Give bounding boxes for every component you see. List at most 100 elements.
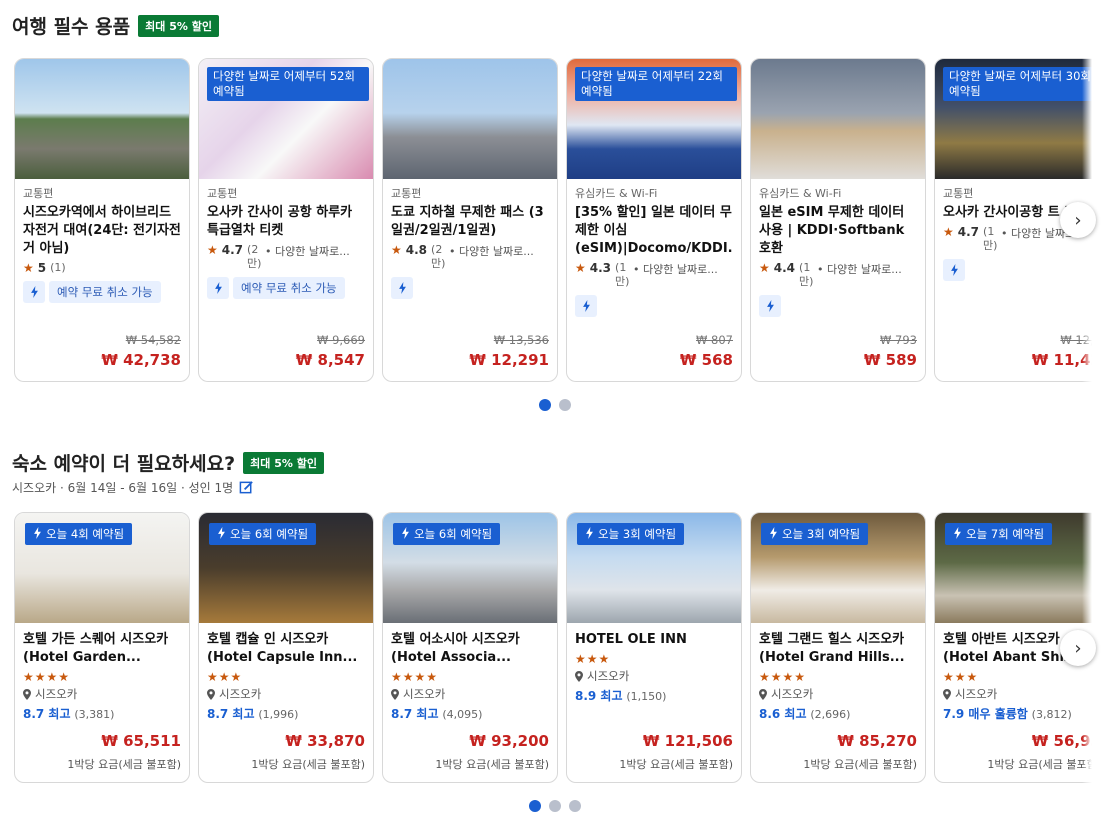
price-note: 1박당 요금(세금 불포함) bbox=[803, 758, 917, 771]
review-count: (2,696) bbox=[810, 708, 851, 721]
hotel-card[interactable]: 오늘 3회 예약됨 HOTEL OLE INN ★★★ 시즈오카 8.9 최고 … bbox=[566, 512, 742, 783]
review-score: 8.7 최고 bbox=[23, 707, 71, 721]
hotel-star-rating: ★★★ bbox=[207, 670, 243, 684]
product-title: 오사카 간사이 공항 하루카 특급열차 티켓 bbox=[207, 205, 353, 238]
hotel-image: 오늘 3회 예약됨 bbox=[567, 513, 741, 623]
rating-value: 4.8 bbox=[405, 243, 428, 257]
chevron-right-icon: › bbox=[1074, 209, 1082, 231]
price-block: ₩ 121,506 1박당 요금(세금 불포함) bbox=[619, 732, 733, 772]
product-card[interactable]: 교통편 시즈오카역에서 하이브리드 자전거 대여(24단: 전기자전거 아님) … bbox=[14, 58, 190, 382]
review-score-row: 8.7 최고 (3,381) bbox=[23, 705, 181, 722]
hotels-carousel: 오늘 4회 예약됨 호텔 가든 스퀘어 시즈오카 (Hotel Garden..… bbox=[14, 512, 1092, 784]
location-row: 시즈오카 bbox=[943, 686, 1092, 702]
product-card[interactable]: 다양한 날짜로 어제부터 22회 예약됨 유심카드 & Wi-Fi [35% 할… bbox=[566, 58, 742, 382]
page-dot-2[interactable] bbox=[559, 399, 571, 411]
availability-note: • 다양한 날짜로... bbox=[265, 245, 350, 258]
sale-price: ₩ 12,291 bbox=[469, 351, 549, 369]
price-block: ₩ 85,270 1박당 요금(세금 불포함) bbox=[803, 732, 917, 772]
sale-price: ₩ 8,547 bbox=[295, 351, 365, 369]
page-dot-1[interactable] bbox=[529, 800, 541, 812]
nightly-price: ₩ 33,870 bbox=[285, 732, 365, 750]
price-block: ₩ 793 ₩ 589 bbox=[864, 333, 917, 369]
hotel-card[interactable]: 오늘 6회 예약됨 호텔 어소시아 시즈오카 (Hotel Associa...… bbox=[382, 512, 558, 783]
location-pin-icon bbox=[575, 670, 583, 682]
lightning-icon bbox=[217, 526, 226, 542]
hotel-card[interactable]: 오늘 6회 예약됨 호텔 캡슐 인 시즈오카 (Hotel Capsule In… bbox=[198, 512, 374, 783]
star-icon: ★ bbox=[391, 243, 402, 257]
product-image: 다양한 날짜로 어제부터 52회 예약됨 bbox=[199, 59, 373, 179]
lightning-icon bbox=[207, 277, 229, 299]
product-category: 유심카드 & Wi-Fi bbox=[759, 187, 842, 200]
tag-row: 예약 무료 취소 가능 bbox=[207, 277, 365, 299]
hotel-image: 오늘 6회 예약됨 bbox=[199, 513, 373, 623]
free-cancel-tag: 예약 무료 취소 가능 bbox=[233, 277, 345, 299]
travel-essentials-carousel: 교통편 시즈오카역에서 하이브리드 자전거 대여(24단: 전기자전거 아님) … bbox=[14, 58, 1092, 383]
lightning-icon bbox=[401, 526, 410, 542]
carousel-pagination bbox=[529, 800, 581, 812]
rating-row: ★ 4.7 (2만) • 다양한 날짜로... bbox=[207, 243, 365, 271]
booked-today-badge: 오늘 6회 예약됨 bbox=[393, 523, 501, 545]
hotel-name: 호텔 캡슐 인 시즈오카 (Hotel Capsule Inn... bbox=[207, 632, 358, 665]
search-summary: 시즈오카 · 6월 14일 - 6월 16일 · 성인 1명 bbox=[12, 479, 254, 496]
product-image: 다양한 날짜로 어제부터 30회 예약됨 bbox=[935, 59, 1092, 179]
location-row: 시즈오카 bbox=[391, 686, 549, 702]
hotel-image: 오늘 4회 예약됨 bbox=[15, 513, 189, 623]
review-score: 8.7 최고 bbox=[391, 707, 439, 721]
location-name: 시즈오카 bbox=[219, 687, 262, 701]
availability-note: • 다양한 날짜로... bbox=[817, 263, 902, 276]
edit-icon[interactable] bbox=[239, 480, 254, 495]
product-title: 일본 eSIM 무제한 데이터 사용 | KDDI·Softbank 호환 bbox=[759, 205, 905, 256]
carousel-next-button[interactable]: › bbox=[1060, 202, 1096, 238]
carousel-pagination bbox=[539, 399, 571, 411]
review-score: 8.6 최고 bbox=[759, 707, 807, 721]
lightning-icon bbox=[23, 281, 45, 303]
hotel-card[interactable]: 오늘 3회 예약됨 호텔 그랜드 힐스 시즈오카 (Hotel Grand Hi… bbox=[750, 512, 926, 783]
rating-count: (1만) bbox=[615, 261, 630, 288]
hotel-name: HOTEL OLE INN bbox=[575, 632, 687, 647]
location-name: 시즈오카 bbox=[955, 687, 998, 701]
product-card[interactable]: 교통편 도쿄 지하철 무제한 패스 (3일권/2일권/1일권) ★ 4.8 (2… bbox=[382, 58, 558, 382]
booking-count-badge: 다양한 날짜로 어제부터 52회 예약됨 bbox=[207, 67, 369, 101]
hotel-star-rating: ★★★ bbox=[943, 670, 979, 684]
carousel-next-button[interactable]: › bbox=[1060, 630, 1096, 666]
hotel-star-rating: ★★★★ bbox=[759, 670, 807, 684]
product-title: [35% 할인] 일본 데이터 무제한 이심 (eSIM)|Docomo/KDD… bbox=[575, 205, 733, 256]
product-title: 시즈오카역에서 하이브리드 자전거 대여(24단: 전기자전거 아님) bbox=[23, 205, 181, 256]
price-note: 1박당 요금(세금 불포함) bbox=[619, 758, 733, 771]
hotel-star-rating: ★★★ bbox=[575, 652, 611, 666]
location-row: 시즈오카 bbox=[207, 686, 365, 702]
product-card[interactable]: 유심카드 & Wi-Fi 일본 eSIM 무제한 데이터 사용 | KDDI·S… bbox=[750, 58, 926, 382]
original-price: ₩ 793 bbox=[880, 333, 917, 347]
original-price: ₩ 54,582 bbox=[125, 333, 181, 347]
original-price: ₩ 9,669 bbox=[317, 333, 365, 347]
booked-today-text: 오늘 3회 예약됨 bbox=[782, 527, 861, 541]
booked-today-text: 오늘 6회 예약됨 bbox=[414, 527, 493, 541]
location-name: 시즈오카 bbox=[403, 687, 446, 701]
hotel-card[interactable]: 오늘 4회 예약됨 호텔 가든 스퀘어 시즈오카 (Hotel Garden..… bbox=[14, 512, 190, 783]
hotels-heading: 숙소 예약이 더 필요하세요? 최대 5% 할인 bbox=[12, 449, 324, 476]
location-name: 시즈오카 bbox=[587, 669, 630, 683]
hotel-image: 오늘 6회 예약됨 bbox=[383, 513, 557, 623]
booked-today-text: 오늘 3회 예약됨 bbox=[598, 527, 677, 541]
nightly-price: ₩ 121,506 bbox=[642, 732, 733, 750]
review-score-row: 8.9 최고 (1,150) bbox=[575, 687, 733, 704]
lightning-icon bbox=[391, 277, 413, 299]
hotel-image: 오늘 7회 예약됨 bbox=[935, 513, 1092, 623]
product-category: 교통편 bbox=[207, 187, 238, 200]
price-block: ₩ 33,870 1박당 요금(세금 불포함) bbox=[251, 732, 365, 772]
availability-note: • 다양한 날짜로... bbox=[633, 263, 718, 276]
section-title: 숙소 예약이 더 필요하세요? bbox=[12, 453, 236, 475]
page-dot-1[interactable] bbox=[539, 399, 551, 411]
rating-value: 4.7 bbox=[957, 225, 980, 239]
review-score-row: 8.6 최고 (2,696) bbox=[759, 705, 917, 722]
lightning-icon bbox=[33, 526, 42, 542]
price-note: 1박당 요금(세금 불포함) bbox=[251, 758, 365, 771]
product-category: 교통편 bbox=[943, 187, 974, 200]
price-note: 1박당 요금(세금 불포함) bbox=[987, 758, 1092, 771]
location-row: 시즈오카 bbox=[759, 686, 917, 702]
location-name: 시즈오카 bbox=[35, 687, 78, 701]
product-card[interactable]: 다양한 날짜로 어제부터 52회 예약됨 교통편 오사카 간사이 공항 하루카 … bbox=[198, 58, 374, 382]
page-dot-2[interactable] bbox=[549, 800, 561, 812]
rating-value: 5 bbox=[37, 261, 47, 275]
page-dot-3[interactable] bbox=[569, 800, 581, 812]
